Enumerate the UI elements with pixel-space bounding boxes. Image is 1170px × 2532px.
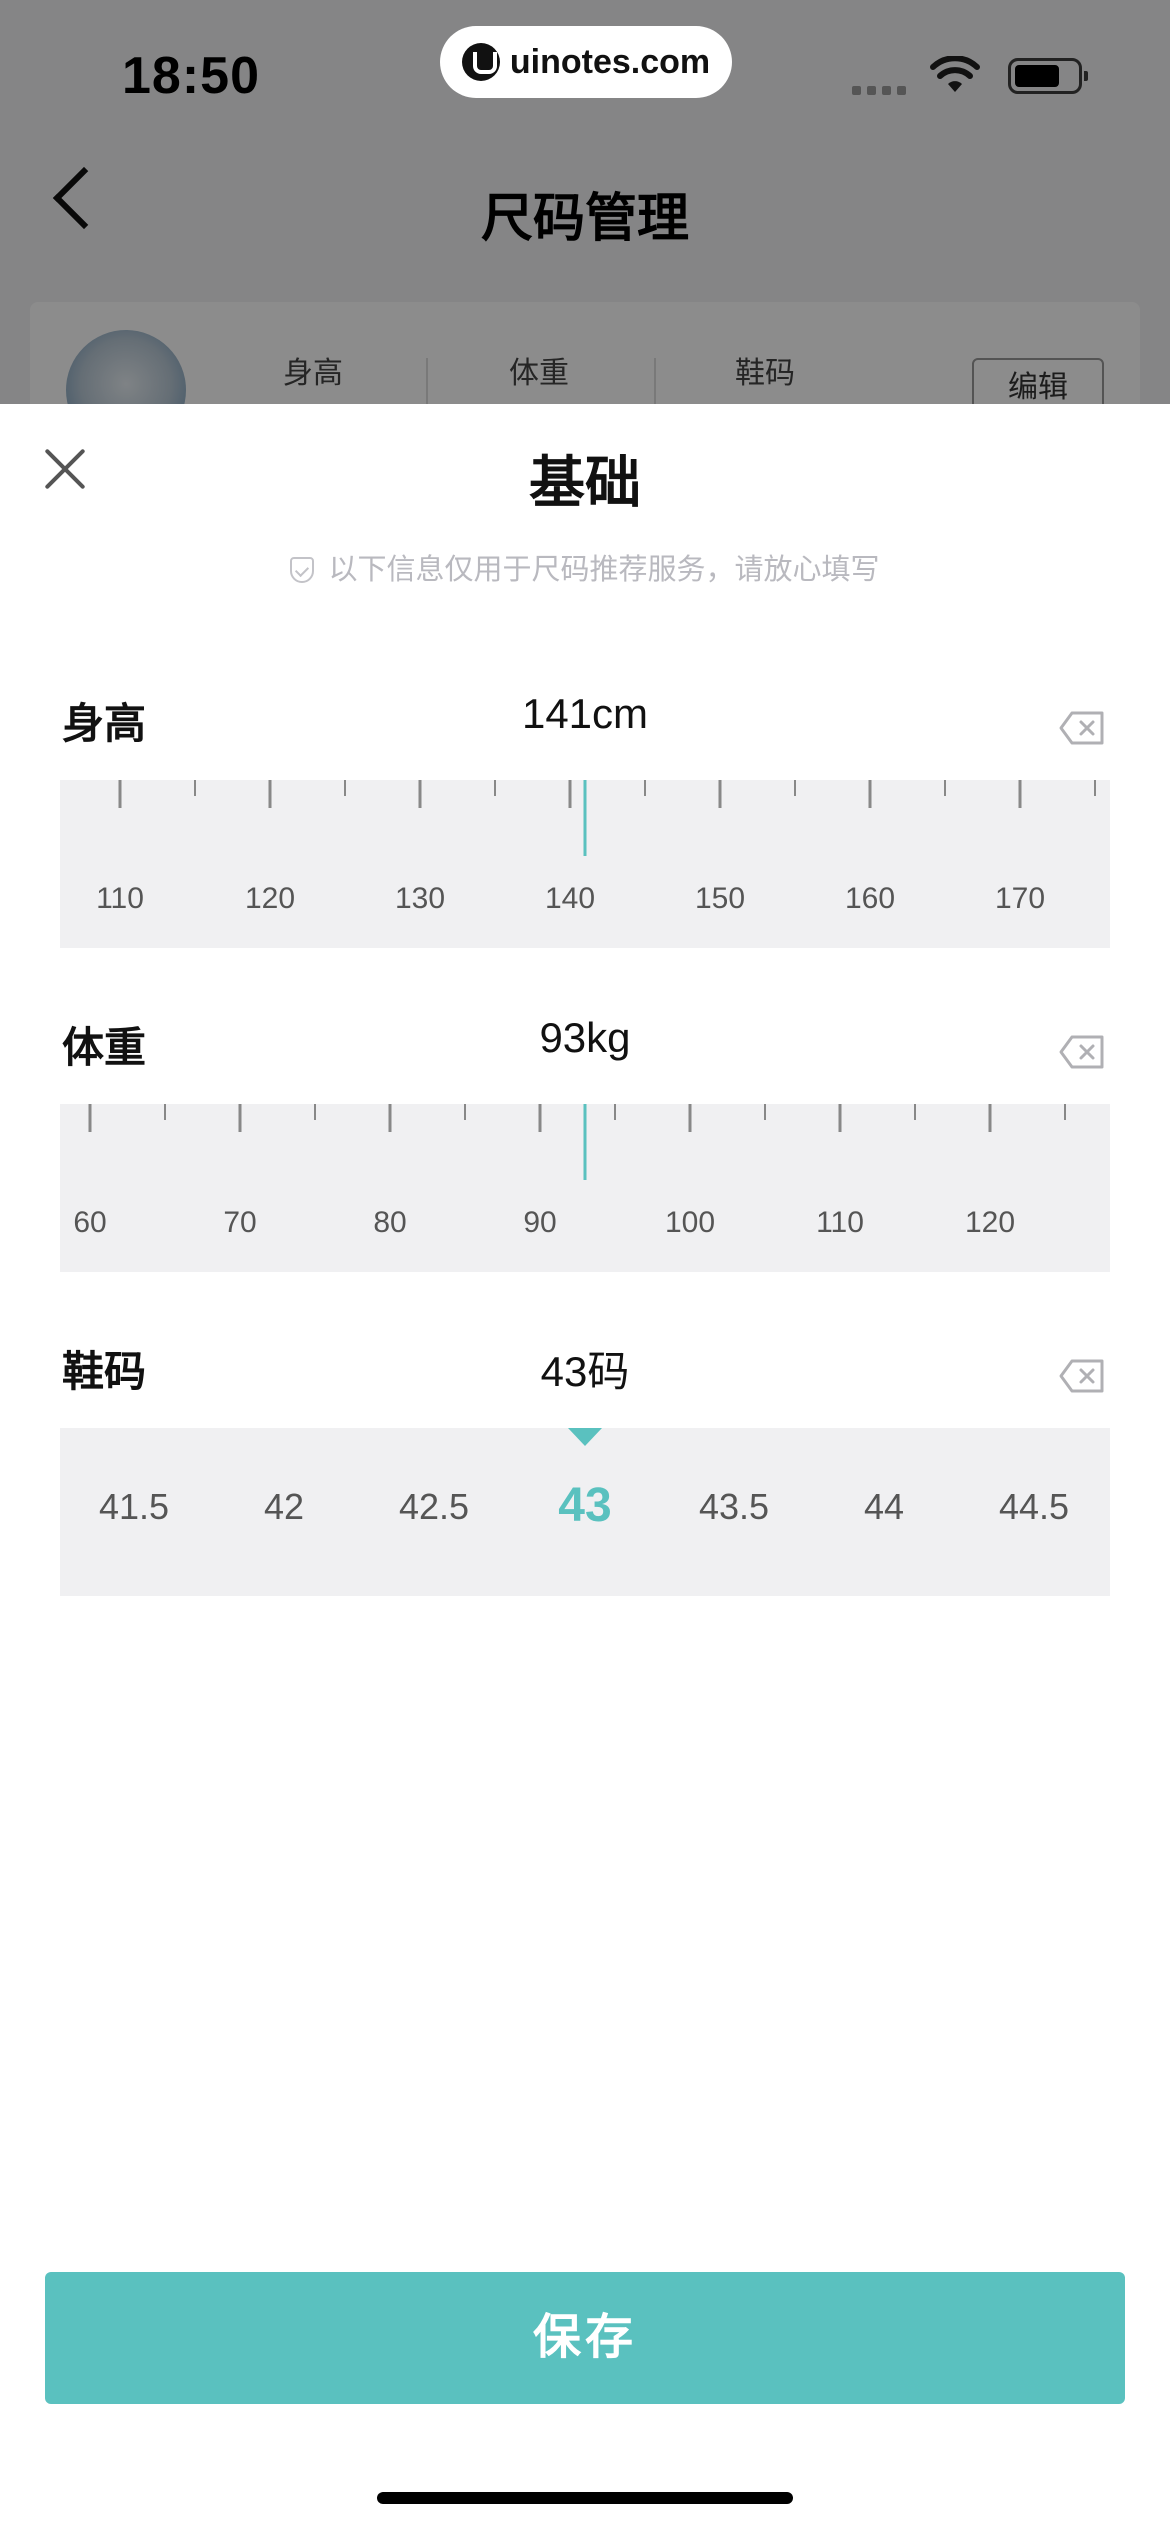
ruler-tick-label: 160 xyxy=(845,882,895,915)
ruler-tick-label: 170 xyxy=(995,882,1045,915)
save-button[interactable]: 保存 xyxy=(45,2272,1125,2404)
bottom-sheet: 基础 以下信息仅用于尺码推荐服务，请放心填写 身高 141cm 110 120 13… xyxy=(0,404,1170,2532)
shoe-option[interactable]: 41.5 xyxy=(74,1486,194,1528)
privacy-notice: 以下信息仅用于尺码推荐服务，请放心填写 xyxy=(0,546,1170,588)
wifi-icon xyxy=(930,56,980,92)
uinotes-logo-icon xyxy=(461,43,500,81)
ruler-tick-label: 110 xyxy=(816,1206,864,1239)
shoe-option-selected[interactable]: 43 xyxy=(525,1478,645,1533)
ruler-tick-label: 120 xyxy=(965,1206,1015,1239)
shoe-option[interactable]: 42.5 xyxy=(374,1486,494,1528)
height-ruler[interactable]: 110 120 130 140 150 160 170 xyxy=(60,780,1110,948)
ruler-tick-label: 120 xyxy=(245,882,295,915)
battery-icon xyxy=(1008,58,1088,94)
ruler-tick-label: 140 xyxy=(545,882,595,915)
ruler-tick-label: 100 xyxy=(665,1206,715,1239)
ruler-tick-label: 80 xyxy=(373,1206,406,1239)
shoe-size-picker[interactable]: 41.5 42 42.5 43 43.5 44 44.5 xyxy=(60,1428,1110,1596)
sheet-title: 基础 xyxy=(529,451,641,514)
clear-shoe-icon[interactable] xyxy=(1058,1358,1106,1394)
weight-ruler[interactable]: 60 70 80 90 100 110 120 xyxy=(60,1104,1110,1272)
shield-icon xyxy=(290,557,315,583)
clear-weight-icon[interactable] xyxy=(1058,1034,1106,1070)
shoe-value: 43码 xyxy=(540,1348,630,1395)
selector-pointer-icon xyxy=(568,1428,602,1446)
ruler-tick-label: 70 xyxy=(223,1206,256,1239)
shoe-option[interactable]: 43.5 xyxy=(674,1486,794,1528)
ruler-tick-label: 110 xyxy=(96,882,144,915)
privacy-notice-text: 以下信息仅用于尺码推荐服务，请放心填写 xyxy=(328,554,880,586)
shoe-option[interactable]: 42 xyxy=(224,1486,344,1528)
signal-icon xyxy=(852,86,906,95)
ruler-tick-label: 90 xyxy=(523,1206,556,1239)
status-time: 18:50 xyxy=(122,47,260,105)
ruler-tick-label: 150 xyxy=(695,882,745,915)
ruler-tick-label: 130 xyxy=(395,882,445,915)
shoe-option[interactable]: 44 xyxy=(824,1486,944,1528)
ruler-tick-label: 60 xyxy=(73,1206,106,1239)
weight-value: 93kg xyxy=(539,1014,631,1061)
url-pill: uinotes.com xyxy=(440,26,732,98)
shoe-option[interactable]: 44.5 xyxy=(974,1486,1094,1528)
url-text: uinotes.com xyxy=(509,42,711,81)
height-value: 141cm xyxy=(521,690,649,737)
clear-height-icon[interactable] xyxy=(1058,710,1106,746)
home-indicator xyxy=(377,2492,793,2504)
